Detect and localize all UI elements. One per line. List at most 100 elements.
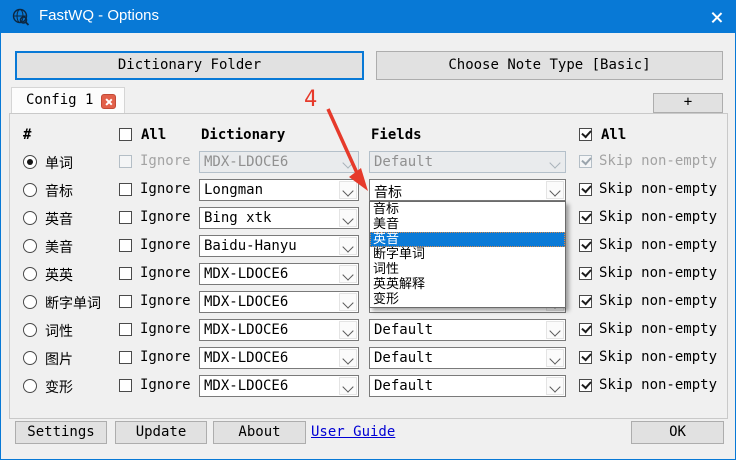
col-header-all-left: All	[141, 127, 166, 143]
annotation-number: 4	[304, 87, 317, 112]
ignore-checkbox[interactable]	[119, 323, 132, 336]
dictionary-select[interactable]: Bing xtk	[199, 207, 359, 229]
row-radio-5[interactable]	[23, 267, 37, 281]
row-radio-9[interactable]	[23, 379, 37, 393]
skip-non-empty-label: Skip non-empty	[599, 293, 717, 309]
ignore-checkbox[interactable]	[119, 379, 132, 392]
dictionary-select[interactable]: MDX-LDOCE6	[199, 319, 359, 341]
fields-dropdown-item[interactable]: 变形	[370, 292, 565, 307]
titlebar: FastWQ - Options	[1, 1, 736, 33]
skip-non-empty-checkbox[interactable]	[579, 351, 592, 364]
skip-non-empty-label: Skip non-empty	[599, 153, 717, 169]
skip-non-empty-checkbox[interactable]	[579, 379, 592, 392]
ignore-label: Ignore	[140, 209, 191, 225]
skip-non-empty-label: Skip non-empty	[599, 377, 717, 393]
skip-non-empty-label: Skip non-empty	[599, 181, 717, 197]
dictionary-select[interactable]: MDX-LDOCE6	[199, 263, 359, 285]
col-header-all-right: All	[601, 127, 626, 143]
dictionary-select[interactable]: MDX-LDOCE6	[199, 375, 359, 397]
ok-button[interactable]: OK	[631, 421, 724, 444]
row-radio-7[interactable]	[23, 323, 37, 337]
fields-select[interactable]: Default	[369, 375, 566, 397]
fields-dropdown-item[interactable]: 英英解释	[370, 277, 565, 292]
fields-dropdown-item[interactable]: 词性	[370, 262, 565, 277]
dictionary-select-value: MDX-LDOCE6	[204, 154, 288, 170]
skip-non-empty-checkbox[interactable]	[579, 295, 592, 308]
dictionary-folder-button[interactable]: Dictionary Folder	[15, 51, 364, 80]
about-button[interactable]: About	[213, 421, 306, 444]
choose-note-type-button[interactable]: Choose Note Type [Basic]	[376, 51, 723, 80]
skip-non-empty-label: Skip non-empty	[599, 209, 717, 225]
ignore-checkbox[interactable]	[119, 295, 132, 308]
skip-non-empty-label: Skip non-empty	[599, 321, 717, 337]
fields-dropdown-item[interactable]: 英音	[370, 232, 565, 247]
dictionary-select[interactable]: MDX-LDOCE6	[199, 291, 359, 313]
row-label: 图片	[45, 349, 73, 369]
skip-non-empty-checkbox[interactable]	[579, 211, 592, 224]
row-radio-3[interactable]	[23, 211, 37, 225]
fields-select[interactable]: 音标	[369, 179, 566, 201]
all-skip-checkbox[interactable]	[579, 128, 592, 141]
ignore-label: Ignore	[140, 153, 191, 169]
skip-non-empty-checkbox[interactable]	[579, 239, 592, 252]
skip-non-empty-checkbox[interactable]	[579, 267, 592, 280]
add-config-button[interactable]: +	[653, 93, 723, 113]
row-radio-4[interactable]	[23, 239, 37, 253]
ignore-label: Ignore	[140, 377, 191, 393]
row-radio-8[interactable]	[23, 351, 37, 365]
ignore-checkbox[interactable]	[119, 183, 132, 196]
fields-select[interactable]: Default	[369, 319, 566, 341]
ignore-label: Ignore	[140, 181, 191, 197]
dictionary-select-value: MDX-LDOCE6	[204, 266, 288, 282]
tab-close-icon[interactable]	[101, 94, 116, 109]
row-label: 英英	[45, 265, 73, 285]
window-close-button[interactable]	[695, 1, 736, 33]
settings-button[interactable]: Settings	[15, 421, 107, 444]
skip-non-empty-checkbox[interactable]	[579, 323, 592, 336]
row-radio-1[interactable]	[23, 155, 37, 169]
dictionary-select-value: MDX-LDOCE6	[204, 350, 288, 366]
ignore-checkbox	[119, 155, 132, 168]
fields-dropdown-item[interactable]: 断字单词	[370, 247, 565, 262]
ignore-checkbox[interactable]	[119, 211, 132, 224]
all-ignore-checkbox[interactable]	[119, 128, 132, 141]
fields-dropdown-list: 音标美音英音断字单词词性英英解释变形	[369, 201, 566, 308]
ignore-checkbox[interactable]	[119, 351, 132, 364]
dictionary-select[interactable]: Baidu-Hanyu	[199, 235, 359, 257]
dictionary-select-value: MDX-LDOCE6	[204, 294, 288, 310]
ignore-checkbox[interactable]	[119, 239, 132, 252]
tab-label: Config 1	[26, 92, 93, 108]
fields-select: Default	[369, 151, 566, 173]
skip-non-empty-checkbox[interactable]	[579, 183, 592, 196]
skip-non-empty-checkbox	[579, 155, 592, 168]
skip-non-empty-label: Skip non-empty	[599, 265, 717, 281]
fields-dropdown-item[interactable]: 音标	[370, 202, 565, 217]
close-icon	[711, 12, 722, 23]
ignore-checkbox[interactable]	[119, 267, 132, 280]
dictionary-select-value: MDX-LDOCE6	[204, 322, 288, 338]
row-label: 变形	[45, 377, 73, 397]
tab-config-1[interactable]: Config 1	[11, 87, 125, 114]
row-radio-2[interactable]	[23, 183, 37, 197]
row-label: 英音	[45, 209, 73, 229]
window-title: FastWQ - Options	[39, 7, 159, 24]
fields-select-value: 音标	[374, 182, 402, 202]
row-radio-6[interactable]	[23, 295, 37, 309]
ignore-label: Ignore	[140, 293, 191, 309]
col-header-fields: Fields	[371, 127, 422, 143]
dictionary-select[interactable]: MDX-LDOCE6	[199, 347, 359, 369]
dictionary-select-value: Longman	[204, 182, 263, 198]
fields-select-value: Default	[374, 378, 433, 394]
fields-dropdown-item[interactable]: 美音	[370, 217, 565, 232]
dictionary-select[interactable]: Longman	[199, 179, 359, 201]
col-header-hash: #	[23, 127, 31, 143]
ignore-label: Ignore	[140, 349, 191, 365]
user-guide-link[interactable]: User Guide	[311, 424, 395, 440]
update-button[interactable]: Update	[115, 421, 207, 444]
row-label: 断字单词	[45, 293, 101, 313]
fields-select[interactable]: Default	[369, 347, 566, 369]
app-globe-icon	[12, 8, 30, 26]
fields-select-value: Default	[374, 154, 433, 170]
ignore-label: Ignore	[140, 265, 191, 281]
row-label: 音标	[45, 181, 73, 201]
